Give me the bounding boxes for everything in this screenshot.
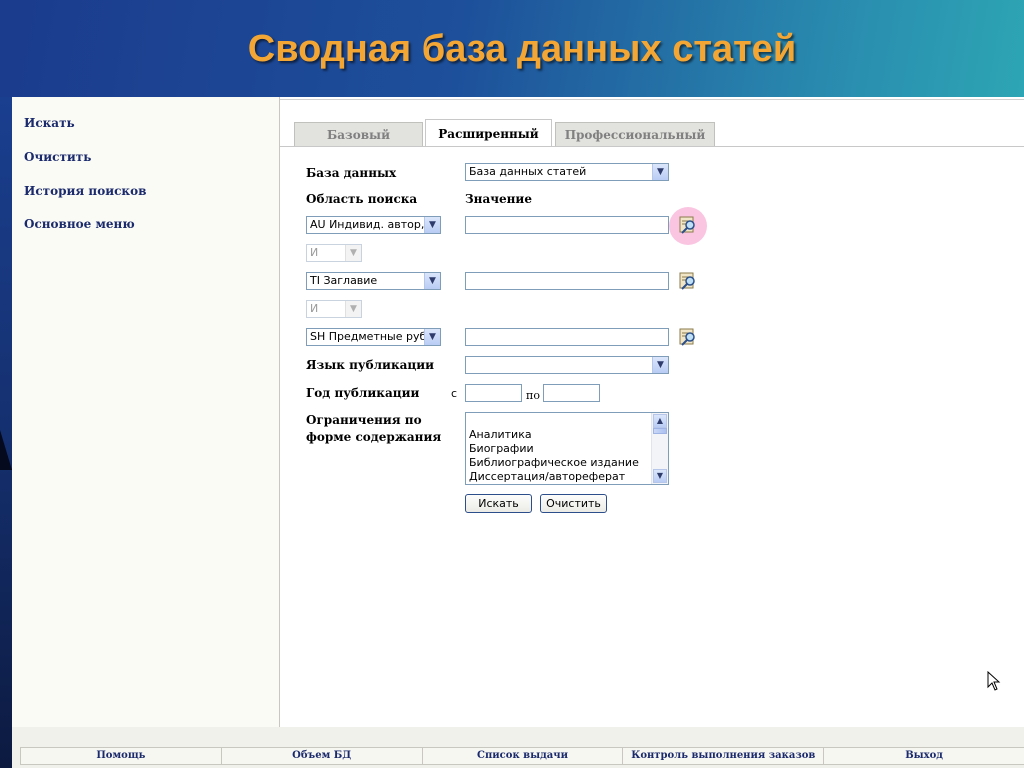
content-limit-label-line2: форме содержания: [306, 430, 442, 444]
year-to-label: по: [526, 389, 540, 402]
value-label: Значение: [465, 192, 532, 206]
search-value-input-2[interactable]: [465, 272, 669, 290]
language-label: Язык публикации: [306, 358, 435, 372]
search-field-value-2: TI Заглавие: [310, 274, 378, 287]
clear-button[interactable]: Очистить: [540, 494, 607, 513]
operator-select-1[interactable]: И ▼: [306, 244, 362, 262]
dropdown-arrow-icon: ▼: [424, 329, 440, 345]
list-item[interactable]: Биографии: [469, 442, 534, 455]
sidebar-item-main-menu[interactable]: Основное меню: [24, 217, 135, 231]
footer-order-control-link[interactable]: Контроль выполнения заказов: [622, 748, 823, 764]
footer-db-size-link[interactable]: Объем БД: [220, 748, 422, 764]
search-value-input-1[interactable]: [465, 216, 669, 234]
dropdown-arrow-icon: ▼: [345, 245, 361, 261]
sidebar-item-clear[interactable]: Очистить: [24, 150, 91, 164]
footer-loan-list-link[interactable]: Список выдачи: [421, 748, 623, 764]
footer-help-link[interactable]: Помощь: [20, 748, 221, 764]
footer-exit-link[interactable]: Выход: [823, 748, 1024, 764]
lookup-icon[interactable]: [679, 328, 697, 346]
list-item[interactable]: Аналитика: [469, 428, 532, 441]
left-decor-wedge: [0, 430, 12, 470]
dropdown-arrow-icon: ▼: [424, 273, 440, 289]
mouse-cursor-icon: [987, 670, 1001, 695]
content-limit-label-line1: Ограничения по: [306, 413, 422, 427]
tab-professional[interactable]: Профессиональный: [555, 122, 715, 146]
year-label: Год публикации: [306, 386, 420, 400]
dropdown-arrow-icon: ▼: [424, 217, 440, 233]
search-button[interactable]: Искать: [465, 494, 532, 513]
dropdown-arrow-icon: ▼: [345, 301, 361, 317]
database-label: База данных: [306, 166, 397, 180]
lookup-icon[interactable]: [679, 272, 697, 290]
list-item[interactable]: Библиографическое издание: [469, 456, 639, 469]
dropdown-arrow-icon: ▼: [652, 357, 668, 373]
sidebar-item-history[interactable]: История поисков: [24, 184, 146, 198]
lookup-icon[interactable]: [679, 216, 697, 234]
search-field-select-2[interactable]: TI Заглавие ▼: [306, 272, 441, 290]
year-from-input[interactable]: [465, 384, 522, 402]
tab-advanced[interactable]: Расширенный: [425, 119, 552, 147]
scroll-down-icon[interactable]: ▼: [653, 469, 667, 483]
slide-title: Сводная база данных статей: [247, 28, 797, 70]
search-field-select-1[interactable]: AU Индивид. автор, р ▼: [306, 216, 441, 234]
year-to-input[interactable]: [543, 384, 600, 402]
listbox-scrollbar[interactable]: ▲ ▼: [651, 413, 668, 484]
search-field-value-3: SH Предметные рубр: [310, 330, 434, 343]
tabs-divider: [280, 146, 1024, 147]
divider: [280, 99, 1024, 100]
operator-select-2[interactable]: И ▼: [306, 300, 362, 318]
dropdown-arrow-icon: ▼: [652, 164, 668, 180]
sidebar-item-search[interactable]: Искать: [24, 116, 75, 130]
search-area-label: Область поиска: [306, 192, 418, 206]
list-item[interactable]: Диссертация/автореферат: [469, 470, 625, 483]
database-select-value: База данных статей: [469, 165, 587, 178]
year-from-label: с: [451, 387, 458, 400]
scroll-thumb[interactable]: [653, 428, 667, 434]
operator-value-1: И: [310, 246, 319, 259]
sidebar: Искать Очистить История поисков Основное…: [12, 97, 280, 727]
search-value-input-3[interactable]: [465, 328, 669, 346]
search-field-value-1: AU Индивид. автор, р: [310, 218, 435, 231]
scroll-up-icon[interactable]: ▲: [653, 414, 667, 428]
database-select[interactable]: База данных статей ▼: [465, 163, 669, 181]
search-field-select-3[interactable]: SH Предметные рубр ▼: [306, 328, 441, 346]
browser-window: Искать Очистить История поисков Основное…: [12, 97, 1024, 768]
footer-nav: Помощь Объем БД Список выдачи Контроль в…: [20, 747, 1024, 765]
tab-basic[interactable]: Базовый: [294, 122, 423, 146]
language-select[interactable]: ▼: [465, 356, 669, 374]
content-type-listbox[interactable]: Аналитика Биографии Библиографическое из…: [465, 412, 669, 485]
operator-value-2: И: [310, 302, 319, 315]
